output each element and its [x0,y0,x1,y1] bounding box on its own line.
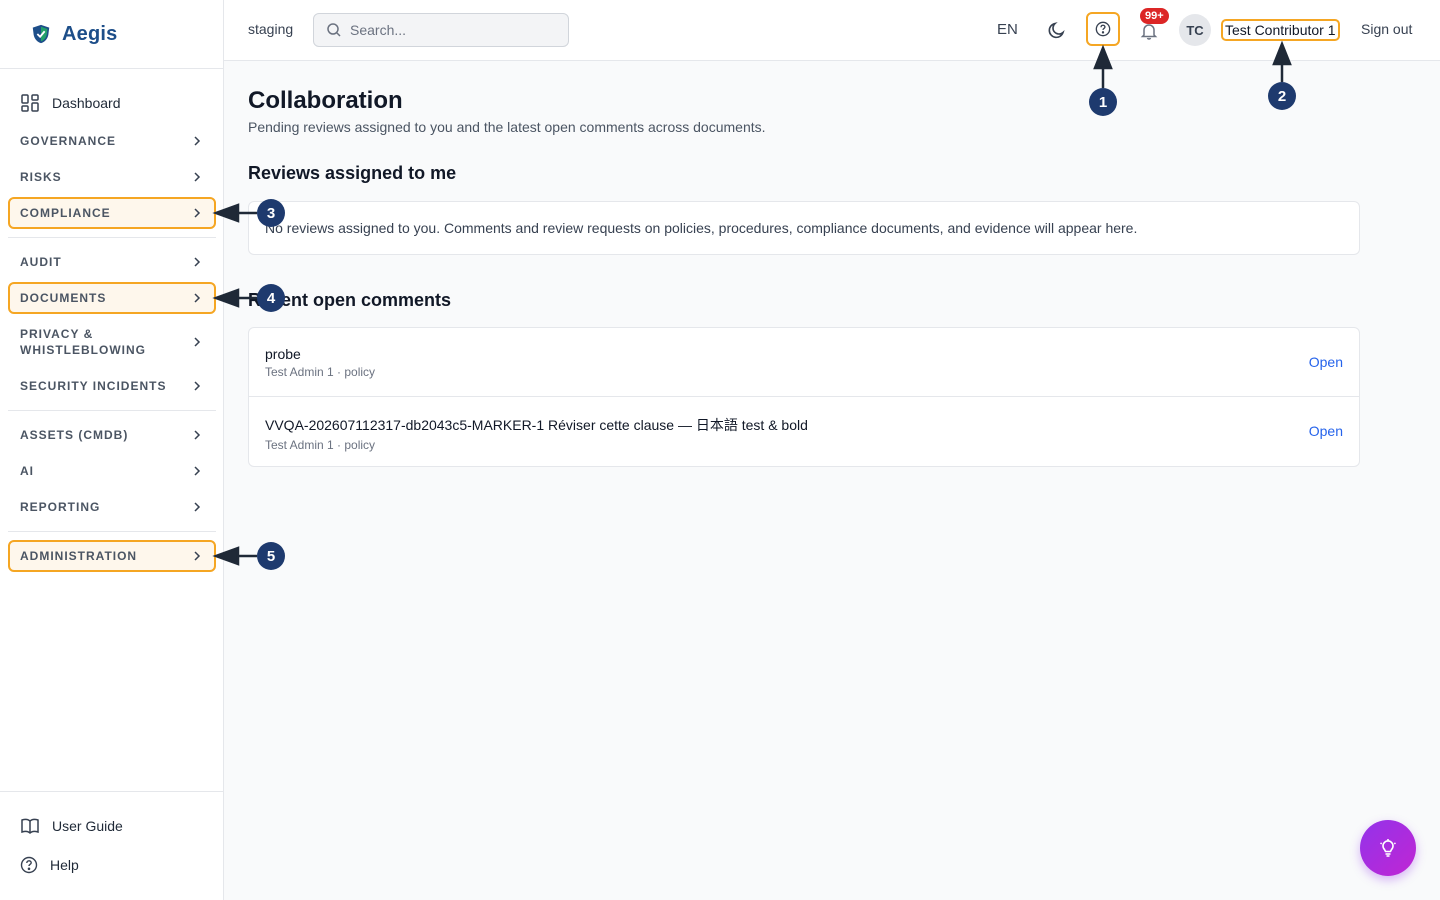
callout-marker: 2 [1268,82,1296,110]
lightbulb-icon [1380,839,1396,857]
notification-badge: 99+ [1140,8,1169,24]
chevron-right-icon [194,430,201,440]
sidebar-item-compliance[interactable]: COMPLIANCE [8,197,216,229]
book-icon [21,818,39,835]
sidebar-item-governance[interactable]: GOVERNANCE [8,127,216,155]
sidebar-item-privacy-whistleblowing[interactable]: PRIVACY & WHISTLEBLOWING [8,322,216,362]
sidebar-item-label: PRIVACY & WHISTLEBLOWING [20,327,146,357]
chevron-right-icon [194,136,201,146]
list-item: VVQA-202607112317-db2043c5-MARKER-1 Révi… [249,397,1359,466]
search-icon [327,23,341,37]
sign-out-button[interactable]: Sign out [1361,21,1412,37]
sidebar-item-label: REPORTING [20,500,101,514]
help-circle-icon [1095,21,1111,37]
help-button[interactable] [1086,12,1120,46]
chevron-right-icon [194,466,201,476]
chevron-right-icon [194,551,201,561]
sidebar-item-label: DOCUMENTS [20,291,107,305]
chevron-right-icon [194,172,201,182]
sidebar-item-risks[interactable]: RISKS [8,163,216,191]
sidebar-divider [8,410,216,411]
sidebar-item-label: Dashboard [52,95,121,111]
chevron-right-icon [194,337,201,347]
reviews-empty-message: No reviews assigned to you. Comments and… [265,220,1138,236]
sidebar-item-security-incidents[interactable]: SECURITY INCIDENTS [8,372,216,400]
callout-marker: 4 [257,284,285,312]
brand-name: Aegis [62,22,118,45]
sidebar-divider [8,237,216,238]
chevron-right-icon [194,381,201,391]
sidebar-item-label: COMPLIANCE [20,206,111,220]
bell-icon [1140,24,1158,40]
open-comment-link[interactable]: Open [1309,423,1343,439]
sidebar-footer: User Guide Help [0,791,223,900]
moon-icon [1048,22,1065,39]
page-title: Collaboration [248,87,403,114]
reviews-section-title: Reviews assigned to me [248,163,457,183]
sidebar-item-dashboard[interactable]: Dashboard [8,85,216,121]
dashboard-grid-icon [21,94,39,112]
sidebar-item-administration[interactable]: ADMINISTRATION [8,540,216,572]
avatar[interactable]: TC [1179,14,1211,46]
help-circle-icon [20,856,38,874]
sidebar-item-label: AI [20,464,34,478]
callout-marker: 3 [257,199,285,227]
callout-marker: 5 [257,542,285,570]
environment-label: staging [248,21,294,37]
comment-title: VVQA-202607112317-db2043c5-MARKER-1 Révi… [265,417,808,433]
sidebar: Aegis Dashboard GOVERNANCE RISKS COMPLIA… [0,0,224,900]
search-input[interactable] [350,22,550,38]
sidebar-item-label: AUDIT [20,255,62,269]
chevron-right-icon [194,257,201,267]
comment-title: probe [265,346,301,362]
language-switcher[interactable]: EN [997,21,1018,38]
sidebar-item-label: SECURITY INCIDENTS [20,379,167,393]
chevron-right-icon [194,208,201,218]
sidebar-item-documents[interactable]: DOCUMENTS [8,282,216,314]
assistant-fab-button[interactable] [1360,820,1416,876]
theme-toggle-button[interactable] [1045,18,1069,42]
comment-meta: Test Admin 1 · policy [265,365,376,379]
open-comment-link[interactable]: Open [1309,354,1343,370]
user-guide-link[interactable]: User Guide [20,816,123,836]
sidebar-item-label: GOVERNANCE [20,134,117,148]
user-guide-label: User Guide [52,818,123,834]
sidebar-nav: Dashboard [8,85,216,121]
help-link[interactable]: Help [20,856,79,874]
brand[interactable]: Aegis [0,0,223,69]
comment-meta: Test Admin 1 · policy [265,438,376,452]
sidebar-divider [8,531,216,532]
search-box[interactable] [313,13,569,47]
topbar: staging EN 99+ TC Test Contributor 1 Sig… [224,0,1440,61]
sidebar-item-assets[interactable]: ASSETS (CMDB) [8,421,216,449]
shield-logo-icon [32,24,50,44]
sidebar-item-audit[interactable]: AUDIT [8,248,216,276]
sidebar-item-ai[interactable]: AI [8,457,216,485]
callout-marker: 1 [1089,88,1117,116]
sidebar-item-label: RISKS [20,170,62,184]
sidebar-item-label: ASSETS (CMDB) [20,428,129,442]
sidebar-item-label: ADMINISTRATION [20,549,138,563]
chevron-right-icon [194,293,201,303]
help-label: Help [50,857,79,873]
list-item: probe Test Admin 1 · policy Open [249,328,1359,397]
reviews-card: No reviews assigned to you. Comments and… [248,201,1360,255]
user-name[interactable]: Test Contributor 1 [1221,19,1340,41]
sidebar-item-reporting[interactable]: REPORTING [8,493,216,521]
comments-card: probe Test Admin 1 · policy Open VVQA-20… [248,327,1360,467]
chevron-right-icon [194,502,201,512]
page-subtitle: Pending reviews assigned to you and the … [248,119,766,135]
